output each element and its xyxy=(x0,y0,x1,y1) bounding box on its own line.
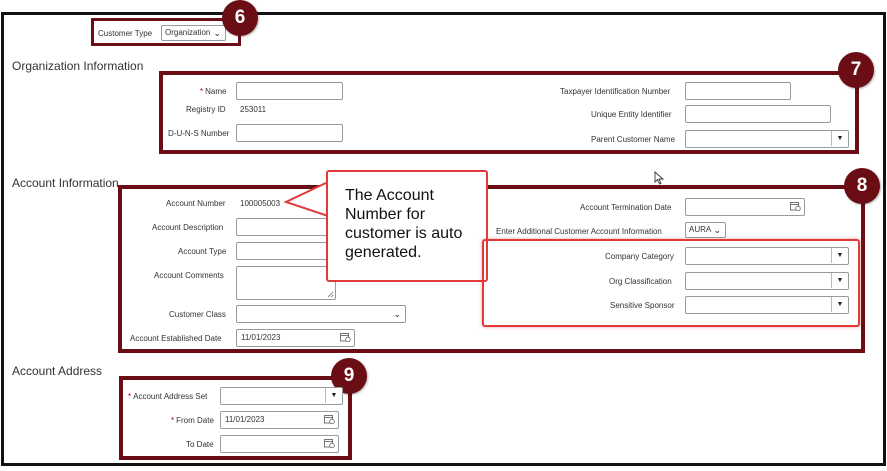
sensitive-sponsor-select[interactable]: ▼ xyxy=(685,296,849,314)
additional-info-select[interactable]: AURA ⌄ xyxy=(685,222,726,238)
duns-field[interactable] xyxy=(236,124,343,142)
dropdown-arrow-icon: ▼ xyxy=(325,388,342,403)
calendar-icon[interactable] xyxy=(324,414,335,424)
uei-label: Unique Entity Identifier xyxy=(591,110,672,119)
resize-handle-icon[interactable] xyxy=(327,291,334,298)
dropdown-arrow-icon: ▼ xyxy=(831,131,848,146)
to-date-field[interactable] xyxy=(220,435,339,453)
chevron-down-icon: ⌄ xyxy=(713,225,721,235)
from-date-label: * From Date xyxy=(171,416,214,425)
sensitive-sponsor-label: Sensitive Sponsor xyxy=(610,301,675,310)
org-classification-label: Org Classification xyxy=(609,277,672,286)
account-number-value: 100005003 xyxy=(240,199,281,208)
account-number-label: Account Number xyxy=(166,199,226,208)
name-label-text: Name xyxy=(205,87,227,96)
duns-label: D-U-N-S Number xyxy=(168,129,230,138)
organization-info-title: Organization Information xyxy=(12,59,144,73)
dropdown-arrow-icon: ▼ xyxy=(831,248,848,263)
taxpayer-label: Taxpayer Identification Number xyxy=(560,87,671,96)
account-type-label: Account Type xyxy=(178,247,227,256)
termination-date-field[interactable] xyxy=(685,198,805,216)
name-field[interactable] xyxy=(236,82,343,100)
to-date-label: To Date xyxy=(186,440,214,449)
from-date-label-text: From Date xyxy=(176,416,214,425)
account-address-title: Account Address xyxy=(12,364,103,378)
address-set-label: * Account Address Set xyxy=(128,392,208,401)
calendar-icon[interactable] xyxy=(324,438,335,448)
customer-type-label: Customer Type xyxy=(98,29,153,38)
uei-field[interactable] xyxy=(685,105,831,123)
address-set-select[interactable]: ▼ xyxy=(220,387,343,405)
step-badge-8: 8 xyxy=(844,168,880,204)
step-badge-6: 6 xyxy=(222,0,258,36)
parent-customer-label: Parent Customer Name xyxy=(591,135,676,144)
customer-type-select[interactable]: Organization ⌄ xyxy=(161,25,226,41)
mouse-cursor-icon xyxy=(654,171,665,185)
company-category-label: Company Category xyxy=(605,252,674,261)
additional-info-label: Enter Additional Customer Account Inform… xyxy=(496,227,662,236)
account-established-field[interactable]: 11/01/2023 xyxy=(236,329,355,347)
termination-date-label: Account Termination Date xyxy=(580,203,672,212)
dropdown-arrow-icon: ▼ xyxy=(831,273,848,288)
additional-info-value: AURA xyxy=(689,225,712,234)
account-comments-label: Account Comments xyxy=(154,271,224,280)
customer-class-label: Customer Class xyxy=(169,310,226,319)
callout-pointer xyxy=(283,180,329,218)
account-info-title: Account Information xyxy=(12,176,119,190)
account-established-value: 11/01/2023 xyxy=(241,333,281,342)
account-comments-textarea[interactable] xyxy=(236,266,336,300)
registry-id-value: 253011 xyxy=(240,105,267,114)
dropdown-arrow-icon: ▼ xyxy=(831,297,848,312)
taxpayer-field[interactable] xyxy=(685,82,791,100)
account-established-label: Account Established Date xyxy=(130,334,222,343)
chevron-down-icon: ⌄ xyxy=(393,309,401,319)
callout-text: The Account Number for customer is auto … xyxy=(345,187,463,261)
from-date-field[interactable]: 11/01/2023 xyxy=(220,411,339,429)
name-label: * Name xyxy=(200,87,227,96)
org-classification-select[interactable]: ▼ xyxy=(685,272,849,290)
account-description-label: Account Description xyxy=(152,223,224,232)
calendar-icon[interactable] xyxy=(340,332,351,342)
parent-customer-select[interactable]: ▼ xyxy=(685,130,849,148)
customer-class-select[interactable]: ⌄ xyxy=(236,305,406,323)
calendar-icon[interactable] xyxy=(790,201,801,211)
from-date-value: 11/01/2023 xyxy=(225,415,265,424)
registry-id-label: Registry ID xyxy=(186,105,226,114)
company-category-select[interactable]: ▼ xyxy=(685,247,849,265)
account-type-field[interactable] xyxy=(236,242,336,260)
step-badge-7: 7 xyxy=(838,52,874,88)
address-set-label-text: Account Address Set xyxy=(133,392,208,401)
customer-type-value: Organization xyxy=(165,28,211,37)
chevron-down-icon: ⌄ xyxy=(213,28,221,38)
